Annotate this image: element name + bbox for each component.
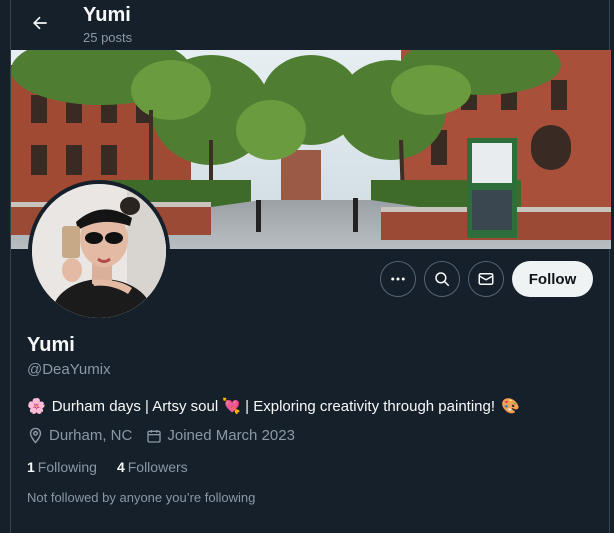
following-label: Following	[37, 459, 97, 475]
location-pin-icon	[29, 427, 42, 444]
search-profile-button[interactable]	[424, 261, 460, 297]
envelope-icon	[478, 273, 494, 285]
follow-button[interactable]: Follow	[512, 261, 593, 297]
followers-label: Followers	[127, 459, 188, 475]
bio-text: Durham days | Artsy soul 💘 | Exploring c…	[51, 398, 496, 415]
joined-item: Joined March 2023	[146, 427, 295, 444]
profile-avatar[interactable]	[28, 180, 170, 322]
bio-flower-emoji: 🌸	[27, 398, 46, 415]
bio-palette-emoji: 🎨	[501, 398, 520, 415]
followers-count: 4	[116, 459, 125, 475]
back-button[interactable]	[23, 6, 57, 40]
profile-name: Yumi	[27, 334, 75, 356]
avatar-photo	[32, 184, 166, 318]
mutual-followers-note: Not followed by anyone you’re following	[27, 490, 256, 505]
more-button[interactable]	[380, 261, 416, 297]
page-title: Yumi	[83, 4, 131, 26]
follow-stats: 1 Following 4 Followers	[27, 459, 188, 475]
followers-link[interactable]: 4 Followers	[117, 459, 188, 475]
message-button[interactable]	[468, 261, 504, 297]
profile-meta: Durham, NC Joined March 2023	[27, 427, 309, 444]
profile-column: Yumi 25 posts Follow Yumi @DeaYumix 🌸 Du…	[10, 0, 611, 533]
location-item: Durham, NC	[27, 427, 132, 444]
profile-header-bar: Yumi 25 posts	[11, 0, 611, 50]
following-link[interactable]: 1 Following	[27, 459, 97, 475]
location-text: Durham, NC	[49, 427, 133, 444]
post-count: 25 posts	[83, 30, 133, 45]
more-dots-icon	[391, 277, 405, 281]
following-count: 1	[27, 459, 35, 475]
profile-handle: @DeaYumix	[27, 361, 111, 378]
joined-text: Joined March 2023	[167, 427, 295, 444]
arrow-left-icon	[33, 16, 47, 30]
profile-bio: 🌸 Durham days | Artsy soul 💘 | Exploring…	[27, 397, 520, 415]
search-icon	[435, 272, 450, 287]
calendar-icon	[147, 429, 162, 443]
